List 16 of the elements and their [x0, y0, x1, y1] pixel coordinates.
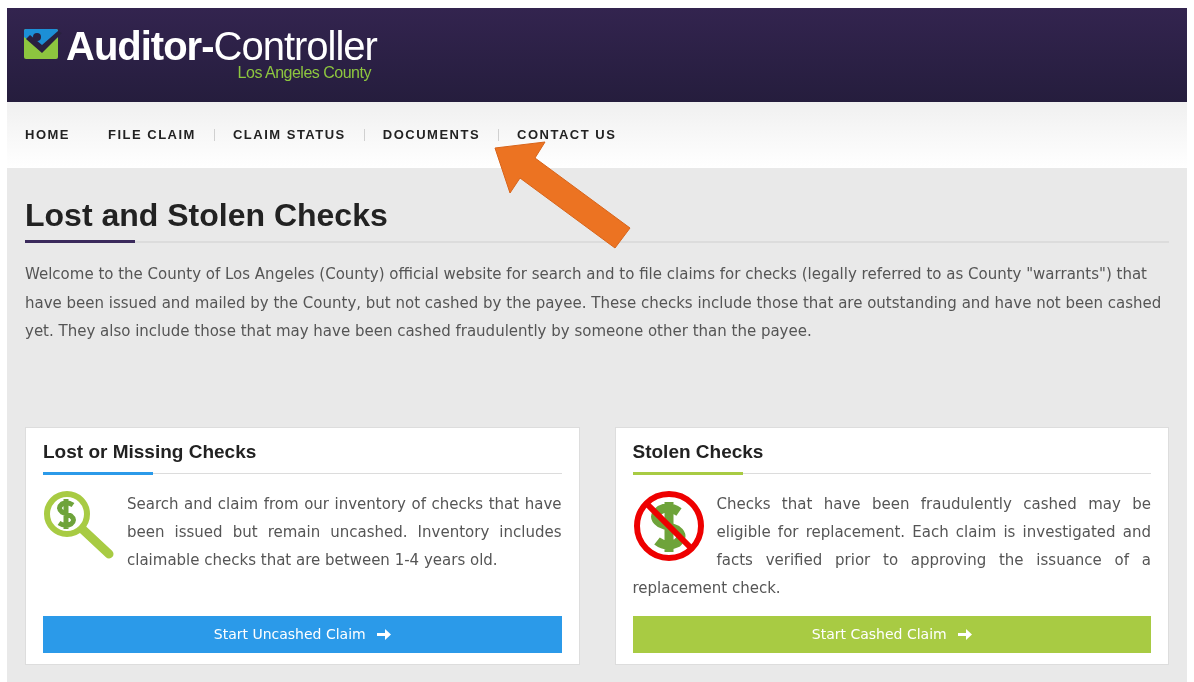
- nav-link[interactable]: HOME: [25, 125, 70, 145]
- logo-text: Auditor-Controller: [66, 26, 377, 66]
- logo-icon: [24, 27, 64, 59]
- intro-paragraph: Welcome to the County of Los Angeles (County) official website for search and to file claims for checks (legally referred to as County "warrants") that have been issued and mailed by the County, but not cashed by the payee. These checks include those that are outstanding and have not been cashed yet. They also include those that may have been cashed fraudulently by someone other than the payee.: [25, 264, 1163, 342]
- card-title: Lost or Missing Checks: [43, 439, 258, 464]
- page-title: Lost and Stolen Checks: [25, 196, 389, 234]
- arrow-right-icon: [375, 627, 391, 641]
- nav-link[interactable]: CLAIM STATUS: [232, 125, 346, 145]
- card-text: Checks that have been fraudulently cashed may be eligible for replacement. Each claim is investigated and facts verified prior to approving the issuance of a replacement check.: [632, 493, 1151, 599]
- nav-link[interactable]: DOCUMENTS: [382, 125, 481, 145]
- nav-link[interactable]: CONTACT US: [517, 125, 617, 145]
- card-text: Search and claim from our inventory of checks that have been issued but remain uncashed. Inventory includes claimable checks that are between 1-4 years old.: [126, 493, 562, 571]
- arrow-right-icon: [956, 627, 972, 641]
- logo-subtitle: Los Angeles County: [237, 64, 371, 82]
- card-title: Stolen Checks: [632, 439, 765, 464]
- nav-link[interactable]: FILE CLAIM: [108, 125, 196, 145]
